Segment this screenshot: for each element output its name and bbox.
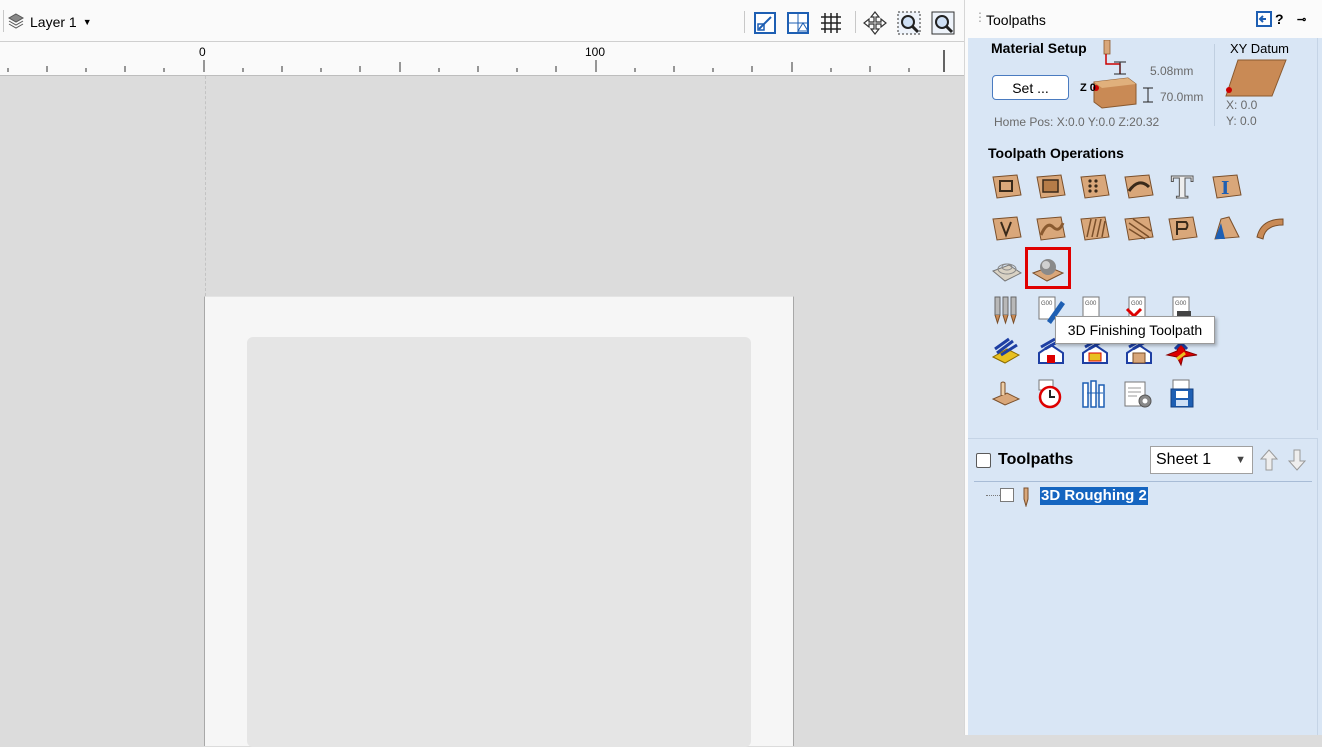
profile-toolpath-icon[interactable] (986, 168, 1026, 204)
canvas-toolbar: Layer 1 ▼ (0, 0, 964, 42)
moulding-toolpath-icon[interactable] (1118, 210, 1158, 246)
layer-label: Layer 1 (30, 14, 77, 30)
job-area (247, 337, 751, 747)
toolpath-operations-title: Toolpath Operations (988, 145, 1124, 161)
tool-merge-icon[interactable] (1074, 376, 1114, 412)
tool-database-icon[interactable] (986, 292, 1026, 328)
vcarve-toolpath-icon[interactable]: T (1162, 168, 1202, 204)
toolpaths-select-all-checkbox[interactable] (976, 453, 991, 468)
grid-icon[interactable] (818, 10, 844, 36)
svg-text:G00: G00 (1131, 301, 1143, 307)
fluting-toolpath-icon[interactable] (1118, 168, 1158, 204)
pocket-toolpath-icon[interactable] (1030, 168, 1070, 204)
layer-dropdown[interactable]: Layer 1 ▼ (7, 12, 92, 32)
svg-text:G00: G00 (1175, 301, 1187, 307)
rotary-toolpath-icon[interactable] (1250, 210, 1290, 246)
sheet-select-value: Sheet 1 (1156, 451, 1212, 468)
home-position-text: Home Pos: X:0.0 Y:0.0 Z:20.32 (994, 115, 1160, 129)
zoom-extents-icon[interactable] (930, 10, 956, 36)
roughing-relief-icon[interactable] (1206, 210, 1246, 246)
svg-text:G00: G00 (1085, 301, 1097, 307)
preview-toolpath-icon[interactable] (986, 334, 1026, 370)
toolbar-separator (855, 11, 856, 33)
panel-title: Toolpaths (986, 12, 1046, 28)
post-settings-icon[interactable] (1118, 376, 1158, 412)
move-down-arrow-icon[interactable] (1286, 446, 1308, 474)
toolpath-list-section: Toolpaths Sheet 1 ▼ 3D Roughing 2 (968, 438, 1318, 735)
material-setup-diagram-icon (1093, 40, 1153, 109)
texture-toolpath-icon[interactable] (1030, 210, 1070, 246)
xy-datum-title: XY Datum (1230, 41, 1290, 56)
chevron-down-icon: ▼ (1235, 454, 1246, 466)
prism-carve-icon[interactable] (1074, 210, 1114, 246)
operation-tooltip: 3D Finishing Toolpath (1055, 316, 1215, 344)
dock-icon[interactable]: ⊸ (1297, 13, 1306, 26)
3d-finishing-icon[interactable] (1025, 247, 1071, 289)
tree-connector (986, 495, 1000, 496)
ruler-label-100: 100 (585, 45, 606, 59)
layer-stack-icon (7, 12, 25, 32)
sheet-select[interactable]: Sheet 1 ▼ (1150, 446, 1253, 474)
toolbar-separator (744, 11, 745, 33)
material-setup-title: Material Setup (991, 40, 1087, 56)
toolpath-item-checkbox[interactable] (1000, 488, 1014, 502)
horizontal-ruler: 0 100 (0, 42, 964, 76)
origin-guide-line (205, 76, 206, 296)
zoom-box-icon[interactable] (896, 10, 922, 36)
svg-text:I: I (1221, 178, 1229, 199)
z-zero-label: Z 0 (1080, 82, 1096, 94)
svg-text:T: T (1171, 171, 1194, 201)
time-estimate-icon[interactable] (1030, 376, 1070, 412)
list-divider (974, 481, 1312, 482)
toolbar-separator (3, 10, 4, 32)
toolpaths-list-title: Toolpaths (998, 451, 1074, 468)
section-divider (1214, 44, 1215, 126)
toolpath-item-label[interactable]: 3D Roughing 2 (1040, 487, 1148, 505)
xy-datum-y: Y: 0.0 (1226, 114, 1257, 128)
svg-text:G00: G00 (1041, 301, 1053, 307)
material-set-button[interactable]: Set ... (992, 75, 1069, 100)
set-job-origin-icon[interactable] (752, 10, 778, 36)
snap-grid-settings-icon[interactable] (785, 10, 811, 36)
xy-datum-x: X: 0.0 (1226, 98, 1258, 112)
toolpath-operations-area: Material Setup 5.08mm 70.0mm Z 0 Set ...… (968, 38, 1318, 430)
inlay-toolpath-icon[interactable]: I (1206, 168, 1246, 204)
material-dim-top: 5.08mm (1150, 64, 1194, 78)
job-sheet-icon[interactable] (986, 376, 1026, 412)
ruler-label-0: 0 (199, 45, 206, 59)
chamfer-toolpath-icon[interactable] (1162, 210, 1202, 246)
dropdown-arrow-icon: ▼ (82, 17, 92, 27)
pan-icon[interactable] (862, 10, 888, 36)
save-toolpath-icon[interactable] (1162, 376, 1202, 412)
toolpaths-panel: ⋮ Toolpaths ? ⊸ Material Setup 5.08mm 70… (968, 0, 1322, 735)
xy-datum-icon[interactable] (1224, 58, 1288, 98)
panel-header: ⋮ Toolpaths ? ⊸ (968, 0, 1322, 38)
pin-panel-icon[interactable] (1256, 11, 1272, 30)
move-up-arrow-icon[interactable] (1258, 446, 1280, 474)
grip-icon: ⋮ (974, 10, 986, 24)
material-dim-bottom: 70.0mm (1160, 90, 1204, 104)
3d-roughing-icon[interactable] (986, 252, 1026, 288)
drawing-canvas[interactable]: Layer 1 ▼ 0 100 (0, 0, 964, 747)
help-icon[interactable]: ? (1275, 11, 1284, 27)
roughing-tool-icon (1019, 487, 1033, 510)
drilling-toolpath-icon[interactable] (1074, 168, 1114, 204)
quick-engrave-icon[interactable] (986, 210, 1026, 246)
